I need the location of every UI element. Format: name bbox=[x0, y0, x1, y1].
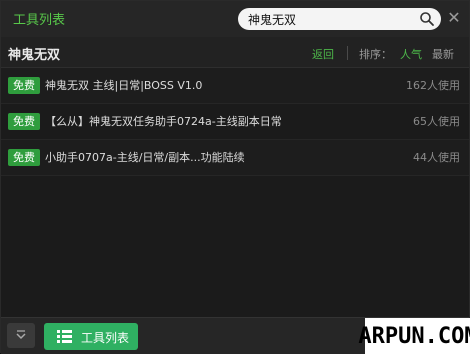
back-link[interactable]: 返回 bbox=[312, 46, 334, 62]
usage-count: 162人使用 bbox=[406, 79, 460, 92]
list-item[interactable]: 免费 小助手0707a-主线/日常/副本...功能陆续 44人使用 bbox=[1, 140, 469, 176]
search-box[interactable]: 神鬼无双 bbox=[238, 8, 441, 30]
section-header: 神鬼无双 返回 排序： 人气 最新 bbox=[1, 37, 469, 68]
sort-label: 排序： bbox=[359, 48, 392, 61]
free-badge: 免费 bbox=[8, 77, 40, 94]
close-icon[interactable]: ✕ bbox=[445, 8, 463, 28]
footer-bar: 工具列表 ARPUN.COM bbox=[1, 317, 470, 354]
usage-count: 65人使用 bbox=[413, 115, 460, 128]
tool-list-label: 工具列表 bbox=[81, 331, 130, 345]
title-bar: 工具列表 神鬼无双 ✕ bbox=[1, 1, 469, 37]
watermark-logo: ARPUN.COM bbox=[358, 318, 470, 354]
chevron-down-icon bbox=[16, 330, 26, 340]
sort-popular-link[interactable]: 人气 bbox=[400, 46, 422, 62]
watermark-text: ARPUN.COM bbox=[358, 323, 470, 349]
tool-name[interactable]: 神鬼无双 主线|日常|BOSS V1.0 bbox=[45, 77, 202, 93]
tool-name[interactable]: 【么从】神鬼无双任务助手0724a-主线副本日常 bbox=[45, 113, 282, 129]
usage-count: 44人使用 bbox=[413, 151, 460, 164]
tool-list-button[interactable]: 工具列表 bbox=[44, 323, 138, 350]
list-icon bbox=[57, 330, 72, 343]
search-input[interactable]: 神鬼无双 bbox=[248, 11, 296, 28]
list-item[interactable]: 免费 神鬼无双 主线|日常|BOSS V1.0 162人使用 bbox=[1, 68, 469, 104]
header-divider bbox=[347, 46, 348, 60]
free-badge: 免费 bbox=[8, 113, 40, 130]
section-title: 神鬼无双 bbox=[8, 48, 61, 63]
search-icon[interactable] bbox=[419, 11, 435, 27]
list-item[interactable]: 免费 【么从】神鬼无双任务助手0724a-主线副本日常 65人使用 bbox=[1, 104, 469, 140]
tool-list: 免费 神鬼无双 主线|日常|BOSS V1.0 162人使用 免费 【么从】神鬼… bbox=[1, 68, 469, 176]
tool-list-window: 工具列表 神鬼无双 ✕ 神鬼无双 返回 排序： 人气 最新 免费 神鬼无双 主线… bbox=[0, 0, 470, 354]
window-title: 工具列表 bbox=[13, 13, 66, 28]
free-badge: 免费 bbox=[8, 149, 40, 166]
tool-name[interactable]: 小助手0707a-主线/日常/副本...功能陆续 bbox=[45, 149, 245, 165]
expand-button[interactable] bbox=[7, 323, 35, 348]
sort-latest-link[interactable]: 最新 bbox=[432, 46, 454, 62]
